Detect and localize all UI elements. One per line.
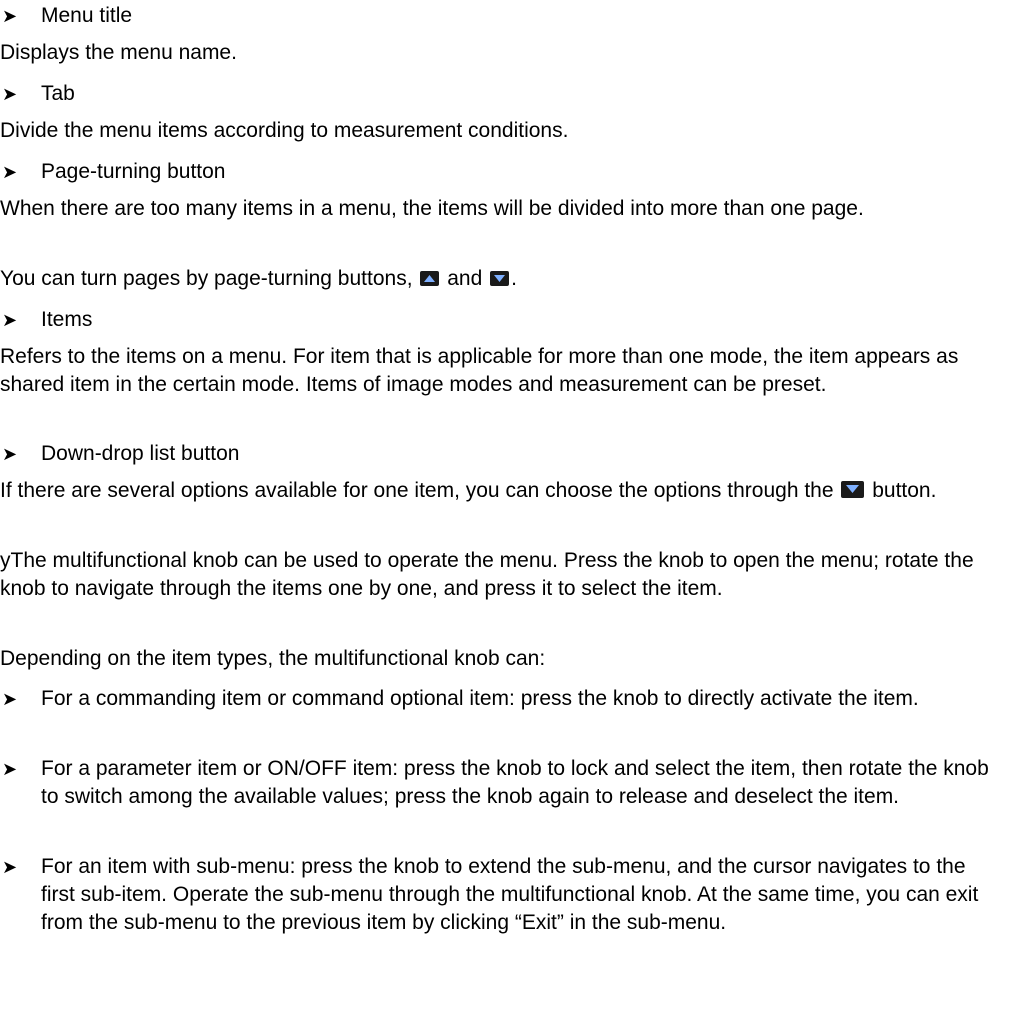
page-turning-instructions: You can turn pages by page-turning butto… (0, 265, 1000, 293)
bullet-menu-title: ➤ Menu title (0, 2, 1000, 30)
tab-description: Divide the menu items according to measu… (0, 119, 569, 142)
knob-bullet-text: For a parameter item or ON/OFF item: pre… (41, 757, 989, 808)
menu-title-heading: Menu title (41, 4, 133, 27)
bullet-page-turning: ➤ Page-turning button (0, 158, 1000, 186)
bullet-arrow-icon: ➤ (2, 6, 18, 26)
dropdown-button-icon (841, 481, 865, 498)
document-page: ➤ Menu title Displays the menu name. ➤ T… (0, 0, 1015, 1028)
page-down-button-icon (490, 271, 510, 286)
tab-heading: Tab (41, 82, 75, 105)
knob-bullet-text: For an item with sub-menu: press the kno… (41, 855, 979, 934)
bullet-dropdown: ➤ Down-drop list button (0, 440, 1000, 468)
menu-title-description: Displays the menu name. (0, 41, 237, 64)
items-description: Refers to the items on a menu. For item … (0, 345, 959, 396)
page-up-button-icon (420, 271, 440, 286)
knob-bullet-submenu: ➤ For an item with sub-menu: press the k… (0, 853, 1005, 937)
bullet-arrow-icon: ➤ (2, 162, 18, 182)
page-turning-text-and: and (447, 267, 483, 290)
page-turning-text-prefix: You can turn pages by page-turning butto… (0, 267, 413, 290)
bullet-arrow-icon: ➤ (2, 857, 18, 877)
dropdown-text-prefix: If there are several options available f… (0, 479, 834, 502)
dropdown-description: If there are several options available f… (0, 477, 960, 505)
knob-lead-paragraph: Depending on the item types, the multifu… (0, 647, 546, 670)
page-turning-description: When there are too many items in a menu,… (0, 197, 864, 220)
page-turning-heading: Page-turning button (41, 160, 226, 183)
bullet-arrow-icon: ➤ (2, 84, 18, 104)
bullet-arrow-icon: ➤ (2, 444, 18, 464)
bullet-tab: ➤ Tab (0, 80, 1000, 108)
dropdown-text-suffix: button. (872, 479, 937, 502)
bullet-items: ➤ Items (0, 306, 1000, 334)
knob-bullet-command: ➤ For a commanding item or command optio… (0, 685, 1000, 713)
knob-bullet-parameter: ➤ For a parameter item or ON/OFF item: p… (0, 755, 990, 811)
bullet-arrow-icon: ➤ (2, 310, 18, 330)
dropdown-heading: Down-drop list button (41, 442, 240, 465)
knob-intro-paragraph: yThe multifunctional knob can be used to… (0, 549, 974, 600)
page-turning-text-suffix: . (511, 267, 517, 290)
bullet-arrow-icon: ➤ (2, 689, 18, 709)
bullet-arrow-icon: ➤ (2, 759, 18, 779)
knob-bullet-text: For a commanding item or command optiona… (41, 687, 919, 710)
items-heading: Items (41, 308, 93, 331)
